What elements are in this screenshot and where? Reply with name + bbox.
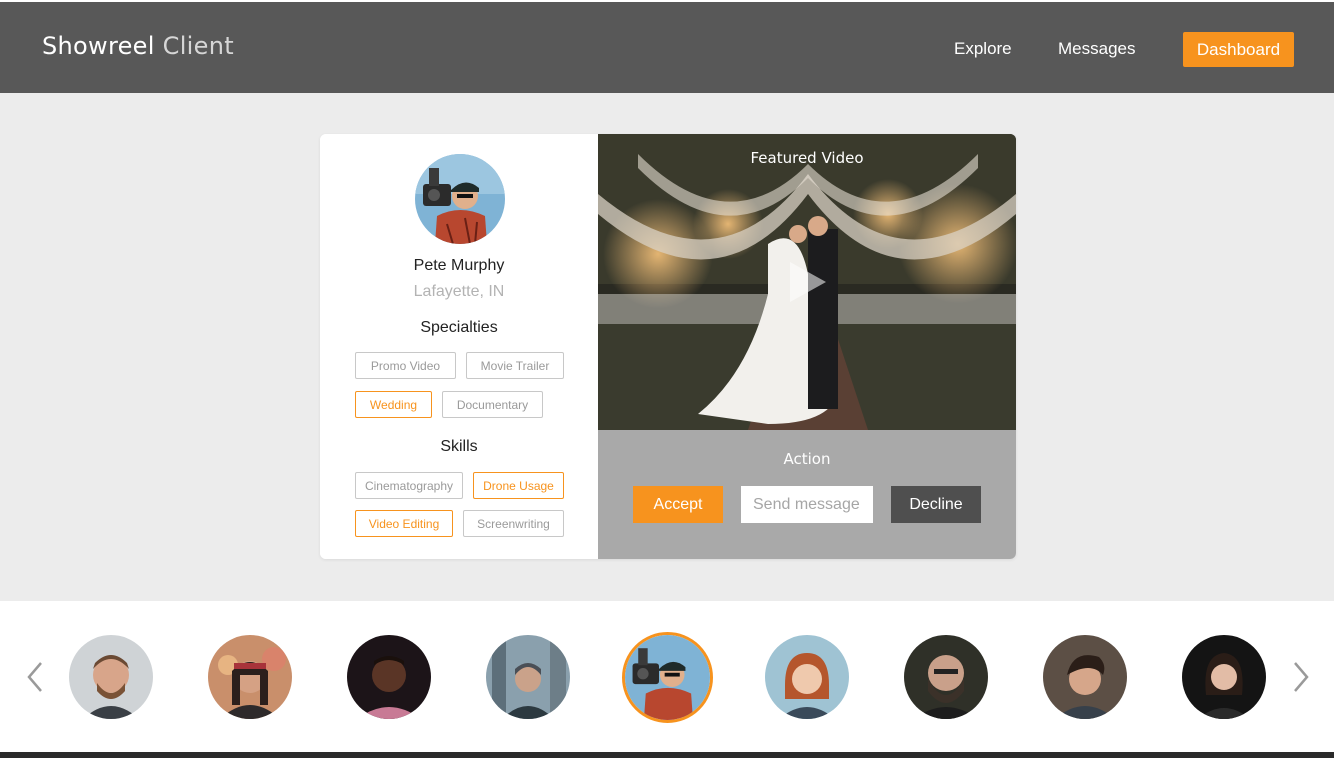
skill-tag[interactable]: Screenwriting (463, 510, 564, 537)
carousel-avatar[interactable] (347, 635, 431, 719)
specialty-tag[interactable]: Wedding (355, 391, 432, 418)
video-title: Featured Video (750, 149, 864, 167)
top-nav-bar: Showreel Client Explore Messages Dashboa… (0, 0, 1334, 93)
brand-name: Showreel (42, 32, 155, 60)
brand-suffix: Client (162, 32, 234, 60)
profile-panel: Pete Murphy Lafayette, IN Specialties Pr… (320, 134, 598, 559)
nav-dashboard-button[interactable]: Dashboard (1183, 32, 1294, 67)
profile-location: Lafayette, IN (413, 283, 505, 300)
chevron-left-icon[interactable] (25, 659, 45, 695)
skill-tag[interactable]: Video Editing (355, 510, 453, 537)
brand-logo[interactable]: Showreel Client (42, 32, 234, 60)
profile-name: Pete Murphy (413, 257, 505, 274)
decline-button[interactable]: Decline (891, 486, 981, 523)
chevron-right-icon[interactable] (1291, 659, 1311, 695)
accept-button[interactable]: Accept (633, 486, 723, 523)
send-message-input[interactable] (741, 486, 873, 523)
carousel-avatar-selected[interactable] (622, 632, 713, 723)
specialty-tag[interactable]: Movie Trailer (466, 352, 564, 379)
skill-tag[interactable]: Drone Usage (473, 472, 564, 499)
profile-carousel (0, 601, 1334, 752)
carousel-avatar[interactable] (1182, 635, 1266, 719)
carousel-avatar[interactable] (1043, 635, 1127, 719)
carousel-avatar[interactable] (765, 635, 849, 719)
featured-video[interactable]: Featured Video (598, 134, 1016, 430)
carousel-avatar[interactable] (69, 635, 153, 719)
specialties-heading: Specialties (420, 319, 498, 336)
carousel-avatar[interactable] (208, 635, 292, 719)
profile-card: Pete Murphy Lafayette, IN Specialties Pr… (320, 134, 1016, 559)
skills-heading: Skills (440, 438, 478, 455)
nav-explore-link[interactable]: Explore (954, 39, 1012, 59)
carousel-avatar[interactable] (904, 635, 988, 719)
nav-messages-link[interactable]: Messages (1058, 39, 1135, 59)
carousel-avatar[interactable] (486, 635, 570, 719)
action-heading: Action (783, 450, 831, 468)
profile-avatar (415, 154, 505, 244)
footer-bar (0, 752, 1334, 758)
play-icon[interactable] (788, 260, 828, 304)
specialty-tag[interactable]: Documentary (442, 391, 543, 418)
specialty-tag[interactable]: Promo Video (355, 352, 456, 379)
video-action-panel: Featured Video Action Accept Decline (598, 134, 1016, 559)
skill-tag[interactable]: Cinematography (355, 472, 463, 499)
action-panel: Action Accept Decline (598, 430, 1016, 559)
